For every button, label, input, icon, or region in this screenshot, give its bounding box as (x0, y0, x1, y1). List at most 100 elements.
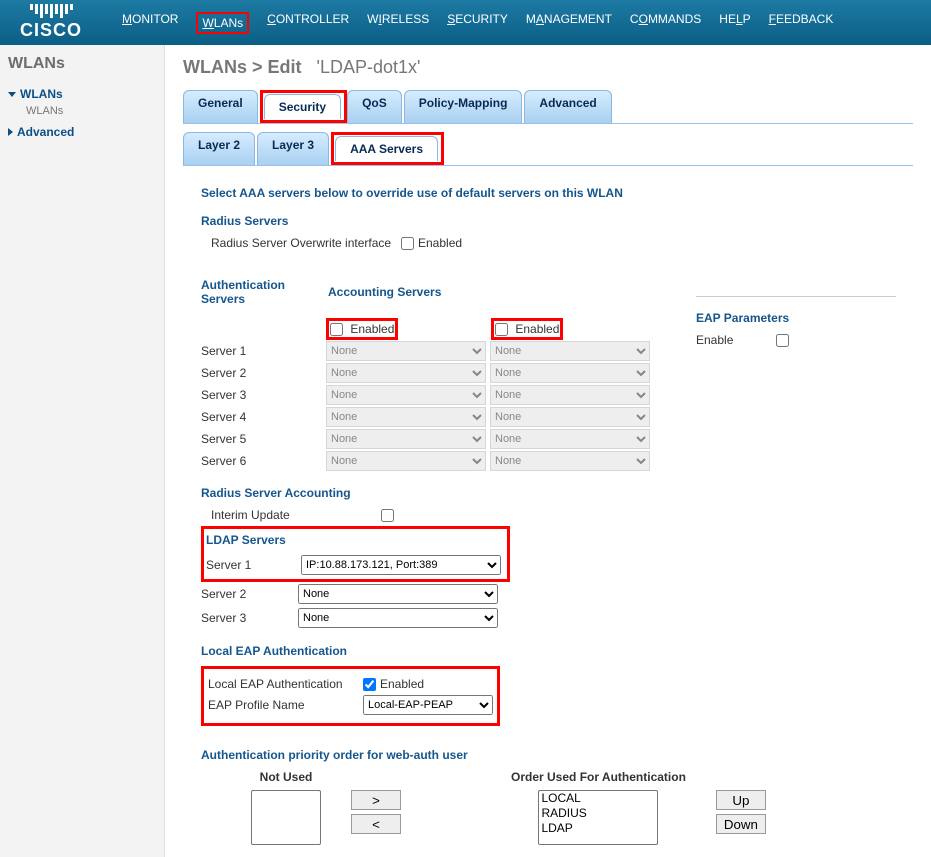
nav-help[interactable]: HELP (719, 12, 750, 34)
section-auth-priority: Authentication priority order for web-au… (201, 748, 895, 762)
overwrite-enabled-label: Enabled (418, 236, 462, 250)
tab-security[interactable]: Security (264, 94, 341, 119)
acct-server-2-select[interactable]: None (490, 363, 650, 383)
sidebar-item-wlans[interactable]: WLANs (8, 87, 156, 101)
sidebar-title: WLANs (8, 55, 156, 73)
move-up-button[interactable]: Up (716, 790, 766, 810)
auth-server-2-select[interactable]: None (326, 363, 486, 383)
eap-parameters-panel: EAP Parameters Enable (696, 290, 896, 351)
auth-server-5-select[interactable]: None (326, 429, 486, 449)
not-used-header: Not Used (251, 770, 321, 784)
nav-commands[interactable]: COMMANDS (630, 12, 701, 34)
auth-server-3-select[interactable]: None (326, 385, 486, 405)
top-navbar: CISCO MONITOR WLANs CONTROLLER WIRELESS … (0, 0, 931, 45)
nav-feedback[interactable]: FEEDBACK (769, 12, 834, 34)
section-local-eap: Local EAP Authentication (201, 644, 895, 658)
sidebar-item-advanced[interactable]: Advanced (8, 125, 156, 139)
subtab-aaa-highlighted: AAA Servers (331, 132, 444, 165)
breadcrumb: WLANs > Edit (183, 57, 302, 77)
auth-enabled-label: Enabled (350, 322, 394, 336)
tab-general[interactable]: General (183, 90, 258, 123)
ldap-server3-select[interactable]: None (298, 608, 498, 628)
acct-servers-header: Accounting Servers (328, 285, 441, 299)
tabs-sub: Layer 2 Layer 3 AAA Servers (183, 132, 913, 166)
cisco-logo: CISCO (20, 4, 82, 41)
ldap-server3-label: Server 3 (201, 611, 298, 625)
interim-label: Interim Update (211, 508, 381, 522)
sidebar-subitem-wlans[interactable]: WLANs (26, 105, 156, 117)
subtab-layer3[interactable]: Layer 3 (257, 132, 329, 165)
eap-params-header: EAP Parameters (696, 311, 896, 325)
ldap-server2-label: Server 2 (201, 587, 298, 601)
auth-server-6-select[interactable]: None (326, 451, 486, 471)
tab-qos[interactable]: QoS (347, 90, 402, 123)
server-row-label: Server 4 (201, 410, 326, 424)
auth-server-4-select[interactable]: None (326, 407, 486, 427)
acct-server-4-select[interactable]: None (490, 407, 650, 427)
server-row-label: Server 5 (201, 432, 326, 446)
tab-security-highlighted: Security (260, 90, 347, 123)
server-row-label: Server 6 (201, 454, 326, 468)
server-row-label: Server 3 (201, 388, 326, 402)
section-radius: Radius Servers (201, 214, 895, 228)
auth-enabled-highlight: Enabled (326, 318, 398, 340)
local-eap-auth-label: Local EAP Authentication (208, 677, 363, 691)
nav-security[interactable]: SECURITY (447, 12, 508, 34)
main-content: WLANs > Edit 'LDAP-dot1x' General Securi… (165, 45, 931, 857)
sidebar-item-label: Advanced (17, 125, 74, 139)
subtab-aaa[interactable]: AAA Servers (335, 136, 438, 161)
nav-controller[interactable]: CONTROLLER (267, 12, 349, 34)
section-radius-acct: Radius Server Accounting (201, 486, 895, 500)
ldap-server2-select[interactable]: None (298, 584, 498, 604)
tab-advanced[interactable]: Advanced (524, 90, 611, 123)
not-used-list[interactable] (251, 790, 321, 845)
nav-wlans-highlighted: WLANs (196, 12, 249, 34)
acct-server-3-select[interactable]: None (490, 385, 650, 405)
page-title: WLANs > Edit 'LDAP-dot1x' (183, 57, 913, 78)
acct-enabled-highlight: Enabled (491, 318, 563, 340)
subtab-layer2[interactable]: Layer 2 (183, 132, 255, 165)
ldap-server1-label: Server 1 (206, 558, 301, 572)
sidebar-item-label: WLANs (20, 87, 63, 101)
logo-bars-icon (30, 4, 73, 18)
move-left-button[interactable]: < (351, 814, 401, 834)
overwrite-checkbox[interactable] (401, 237, 414, 250)
order-used-list[interactable]: LOCALRADIUSLDAP (538, 790, 658, 845)
auth-server-1-select[interactable]: None (326, 341, 486, 361)
eap-profile-label: EAP Profile Name (208, 698, 363, 712)
tab-policy[interactable]: Policy-Mapping (404, 90, 523, 123)
wlan-name: 'LDAP-dot1x' (317, 57, 421, 77)
nav-wlans[interactable]: WLANs (202, 16, 243, 30)
auth-enabled-checkbox[interactable] (330, 323, 343, 336)
acct-server-6-select[interactable]: None (490, 451, 650, 471)
acct-enabled-label: Enabled (515, 322, 559, 336)
nav-management[interactable]: MANAGEMENT (526, 12, 612, 34)
ldap-server1-select[interactable]: IP:10.88.173.121, Port:389 (301, 555, 501, 575)
interim-checkbox[interactable] (381, 509, 394, 522)
order-used-header: Order Used For Authentication (511, 770, 686, 784)
move-down-button[interactable]: Down (716, 814, 766, 834)
acct-server-5-select[interactable]: None (490, 429, 650, 449)
local-eap-auth-checkbox[interactable] (363, 678, 376, 691)
nav-menu: MONITOR WLANs CONTROLLER WIRELESS SECURI… (122, 12, 833, 34)
auth-servers-header: Authentication Servers (201, 278, 328, 306)
server-row-label: Server 2 (201, 366, 326, 380)
acct-enabled-checkbox[interactable] (495, 323, 508, 336)
eap-enable-checkbox[interactable] (776, 334, 789, 347)
tabs-main: General Security QoS Policy-Mapping Adva… (183, 90, 913, 124)
nav-wireless[interactable]: WIRELESS (367, 12, 429, 34)
section-ldap: LDAP Servers (206, 533, 501, 547)
local-eap-enabled-label: Enabled (380, 677, 424, 691)
eap-profile-select[interactable]: Local-EAP-PEAP (363, 695, 493, 715)
sidebar: WLANs WLANs WLANs Advanced (0, 45, 165, 857)
overwrite-label: Radius Server Overwrite interface (211, 236, 401, 250)
server-row-label: Server 1 (201, 344, 326, 358)
chevron-right-icon (8, 128, 13, 136)
acct-server-1-select[interactable]: None (490, 341, 650, 361)
chevron-down-icon (8, 92, 16, 97)
eap-enable-label: Enable (696, 333, 776, 347)
aaa-description: Select AAA servers below to override use… (201, 186, 895, 200)
logo-text: CISCO (20, 20, 82, 41)
move-right-button[interactable]: > (351, 790, 401, 810)
nav-monitor[interactable]: MONITOR (122, 12, 178, 34)
